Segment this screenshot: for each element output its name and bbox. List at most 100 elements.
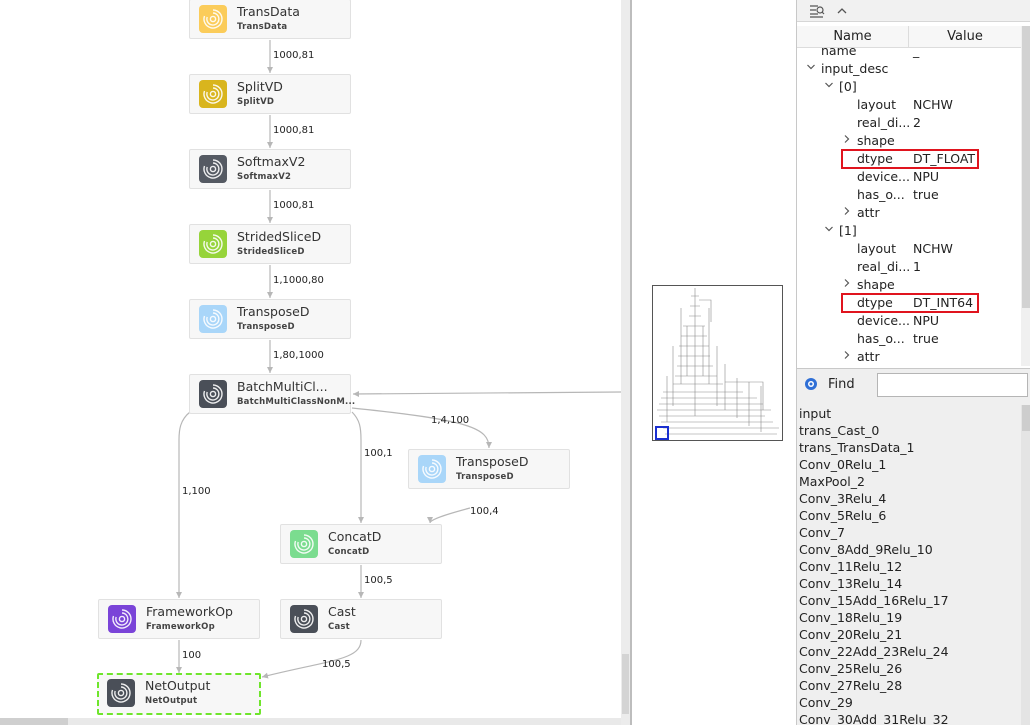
property-row[interactable]: real_di... 2 bbox=[797, 114, 1021, 132]
property-name: has_o... bbox=[857, 331, 905, 346]
property-row[interactable]: has_o... true bbox=[797, 186, 1021, 204]
property-row[interactable]: shape bbox=[797, 132, 1021, 150]
node-transdata[interactable]: TransData TransData bbox=[189, 0, 351, 39]
search-result-item[interactable]: trans_Cast_0 bbox=[797, 422, 1021, 439]
chevron-right-icon[interactable] bbox=[841, 132, 853, 150]
node-subtitle: TransData bbox=[237, 22, 288, 32]
search-result-item[interactable]: Conv_5Relu_6 bbox=[797, 507, 1021, 524]
property-row[interactable]: device... NPU bbox=[797, 168, 1021, 186]
properties-panel: Name Value name _ input_desc [0] layout NCHW r… bbox=[796, 0, 1030, 368]
search-result-item[interactable]: Conv_8Add_9Relu_10 bbox=[797, 541, 1021, 558]
search-result-item[interactable]: Conv_7 bbox=[797, 524, 1021, 541]
property-row[interactable]: has_o... true bbox=[797, 330, 1021, 348]
node-title: TransposeD bbox=[237, 304, 310, 319]
node-subtitle: Cast bbox=[328, 622, 350, 632]
node-subtitle: ConcatD bbox=[328, 547, 370, 557]
property-name: has_o... bbox=[857, 187, 905, 202]
search-result-item[interactable]: Conv_13Relu_14 bbox=[797, 575, 1021, 592]
search-result-item[interactable]: trans_TransData_1 bbox=[797, 439, 1021, 456]
property-row[interactable]: real_di... 1 bbox=[797, 258, 1021, 276]
graph-vertical-scroll-thumb[interactable] bbox=[622, 654, 629, 714]
search-result-item[interactable]: Conv_20Relu_21 bbox=[797, 626, 1021, 643]
search-result-item[interactable]: Conv_22Add_23Relu_24 bbox=[797, 643, 1021, 660]
node-transposed[interactable]: TransposeD TransposeD bbox=[189, 299, 351, 339]
node-batchmulticlass[interactable]: BatchMultiCl... BatchMultiClassNonM... bbox=[189, 374, 355, 414]
node-netoutput-selected[interactable]: NetOutput NetOutput bbox=[97, 673, 261, 715]
node-cast[interactable]: Cast Cast bbox=[280, 599, 442, 639]
chevron-down-icon[interactable] bbox=[823, 78, 835, 96]
find-list-scrollbar[interactable] bbox=[1021, 405, 1030, 725]
softmax-op-icon bbox=[199, 155, 227, 183]
collapse-up-icon[interactable] bbox=[833, 2, 851, 19]
node-stridedsliced[interactable]: StridedSliceD StridedSliceD bbox=[189, 224, 351, 264]
edge-label: 100,5 bbox=[322, 659, 351, 670]
find-list-scroll-thumb[interactable] bbox=[1022, 405, 1030, 431]
graph-canvas[interactable]: 1000,81 1000,81 1000,81 1,1000,80 1,80,1… bbox=[0, 0, 621, 718]
search-result-item[interactable]: Conv_30Add_31Relu_32 bbox=[797, 711, 1021, 725]
property-value: NPU bbox=[913, 313, 940, 328]
edge-label: 1,100 bbox=[182, 486, 211, 497]
node-search-results-list: input trans_Cast_0 trans_TransData_1 Conv_0… bbox=[797, 405, 1021, 725]
find-icon bbox=[805, 378, 817, 390]
chevron-right-icon[interactable] bbox=[841, 204, 853, 222]
graph-minimap[interactable] bbox=[652, 285, 783, 441]
property-row[interactable]: dtype DT_FLOAT bbox=[797, 149, 1021, 169]
node-softmaxv2[interactable]: SoftmaxV2 SoftmaxV2 bbox=[189, 149, 351, 189]
edge-label: 1000,81 bbox=[273, 125, 315, 136]
minimap-viewport-indicator[interactable] bbox=[655, 426, 669, 440]
search-result-item[interactable]: Conv_3Relu_4 bbox=[797, 490, 1021, 507]
properties-scrollbar[interactable] bbox=[1021, 26, 1030, 366]
column-header-name[interactable]: Name bbox=[797, 26, 909, 48]
frameworkop-icon bbox=[108, 605, 136, 633]
node-frameworkop[interactable]: FrameworkOp FrameworkOp bbox=[98, 599, 260, 639]
node-subtitle: NetOutput bbox=[145, 696, 198, 706]
property-row[interactable]: attr bbox=[797, 204, 1021, 222]
column-header-value[interactable]: Value bbox=[909, 26, 1021, 48]
filter-icon[interactable] bbox=[808, 2, 826, 19]
node-concatd[interactable]: ConcatD ConcatD bbox=[280, 524, 442, 564]
node-splitvd[interactable]: SplitVD SplitVD bbox=[189, 74, 351, 114]
graph-horizontal-scrollbar[interactable] bbox=[0, 718, 621, 725]
search-result-item[interactable]: Conv_29 bbox=[797, 694, 1021, 711]
properties-scroll-thumb[interactable] bbox=[1022, 26, 1030, 308]
property-row[interactable]: layout NCHW bbox=[797, 96, 1021, 114]
property-name: [1] bbox=[839, 223, 857, 238]
edge-label: 1,80,1000 bbox=[273, 350, 324, 361]
property-name: shape bbox=[857, 133, 895, 148]
chevron-right-icon[interactable] bbox=[841, 348, 853, 366]
graph-horizontal-scroll-thumb[interactable] bbox=[0, 718, 68, 725]
node-transposed-2[interactable]: TransposeD TransposeD bbox=[408, 449, 570, 489]
property-row[interactable]: [1] bbox=[797, 222, 1021, 240]
search-result-item[interactable]: Conv_11Relu_12 bbox=[797, 558, 1021, 575]
property-row[interactable]: device... NPU bbox=[797, 312, 1021, 330]
property-name: real_di... bbox=[857, 115, 911, 130]
property-row[interactable]: shape bbox=[797, 276, 1021, 294]
search-result-item[interactable]: Conv_18Relu_19 bbox=[797, 609, 1021, 626]
node-title: FrameworkOp bbox=[146, 604, 233, 619]
panel-splitter[interactable] bbox=[630, 0, 632, 725]
find-input[interactable] bbox=[877, 373, 1028, 397]
search-result-item[interactable]: Conv_15Add_16Relu_17 bbox=[797, 592, 1021, 609]
property-row[interactable]: [0] bbox=[797, 78, 1021, 96]
property-row[interactable]: dtype DT_INT64 bbox=[797, 293, 1021, 313]
node-subtitle: TransposeD bbox=[456, 472, 514, 482]
chevron-down-icon[interactable] bbox=[805, 60, 817, 78]
property-row[interactable]: attr bbox=[797, 348, 1021, 366]
property-row[interactable]: layout NCHW bbox=[797, 240, 1021, 258]
search-result-item[interactable]: MaxPool_2 bbox=[797, 473, 1021, 490]
property-row[interactable]: name _ bbox=[797, 48, 1021, 60]
property-value: true bbox=[913, 331, 939, 346]
property-value: _ bbox=[913, 48, 920, 58]
search-result-item[interactable]: Conv_0Relu_1 bbox=[797, 456, 1021, 473]
graph-vertical-scrollbar[interactable] bbox=[621, 0, 630, 725]
property-name: attr bbox=[857, 349, 880, 364]
search-result-item[interactable]: input bbox=[797, 405, 1021, 422]
property-name: device... bbox=[857, 169, 910, 184]
chevron-down-icon[interactable] bbox=[823, 222, 835, 240]
property-row[interactable]: input_desc bbox=[797, 60, 1021, 78]
edge-label: 100 bbox=[182, 650, 202, 661]
search-result-item[interactable]: Conv_27Relu_28 bbox=[797, 677, 1021, 694]
chevron-right-icon[interactable] bbox=[841, 276, 853, 294]
node-subtitle: SplitVD bbox=[237, 97, 275, 107]
search-result-item[interactable]: Conv_25Relu_26 bbox=[797, 660, 1021, 677]
